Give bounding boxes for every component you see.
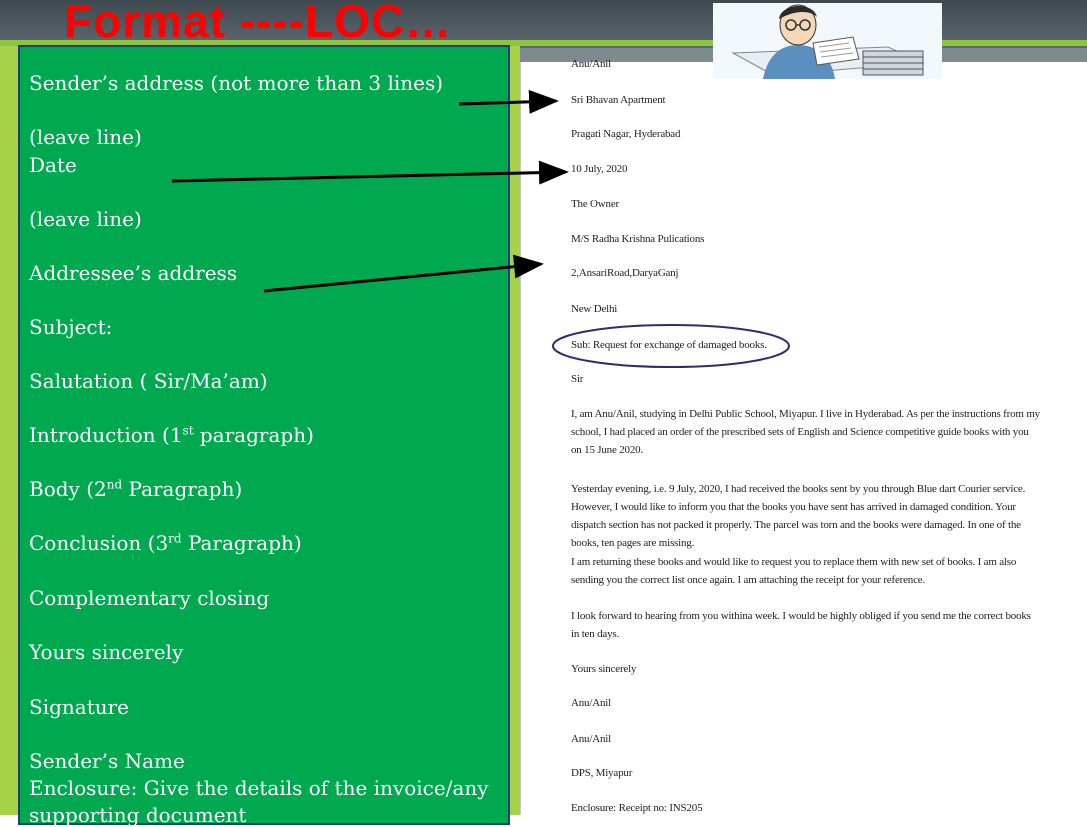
subject-highlight-ellipse (552, 324, 790, 368)
arrow-sender-address (458, 89, 559, 114)
arrow-date (171, 160, 569, 185)
annotation-overlay (171, 89, 790, 368)
arrow-addressee-address (263, 254, 544, 293)
